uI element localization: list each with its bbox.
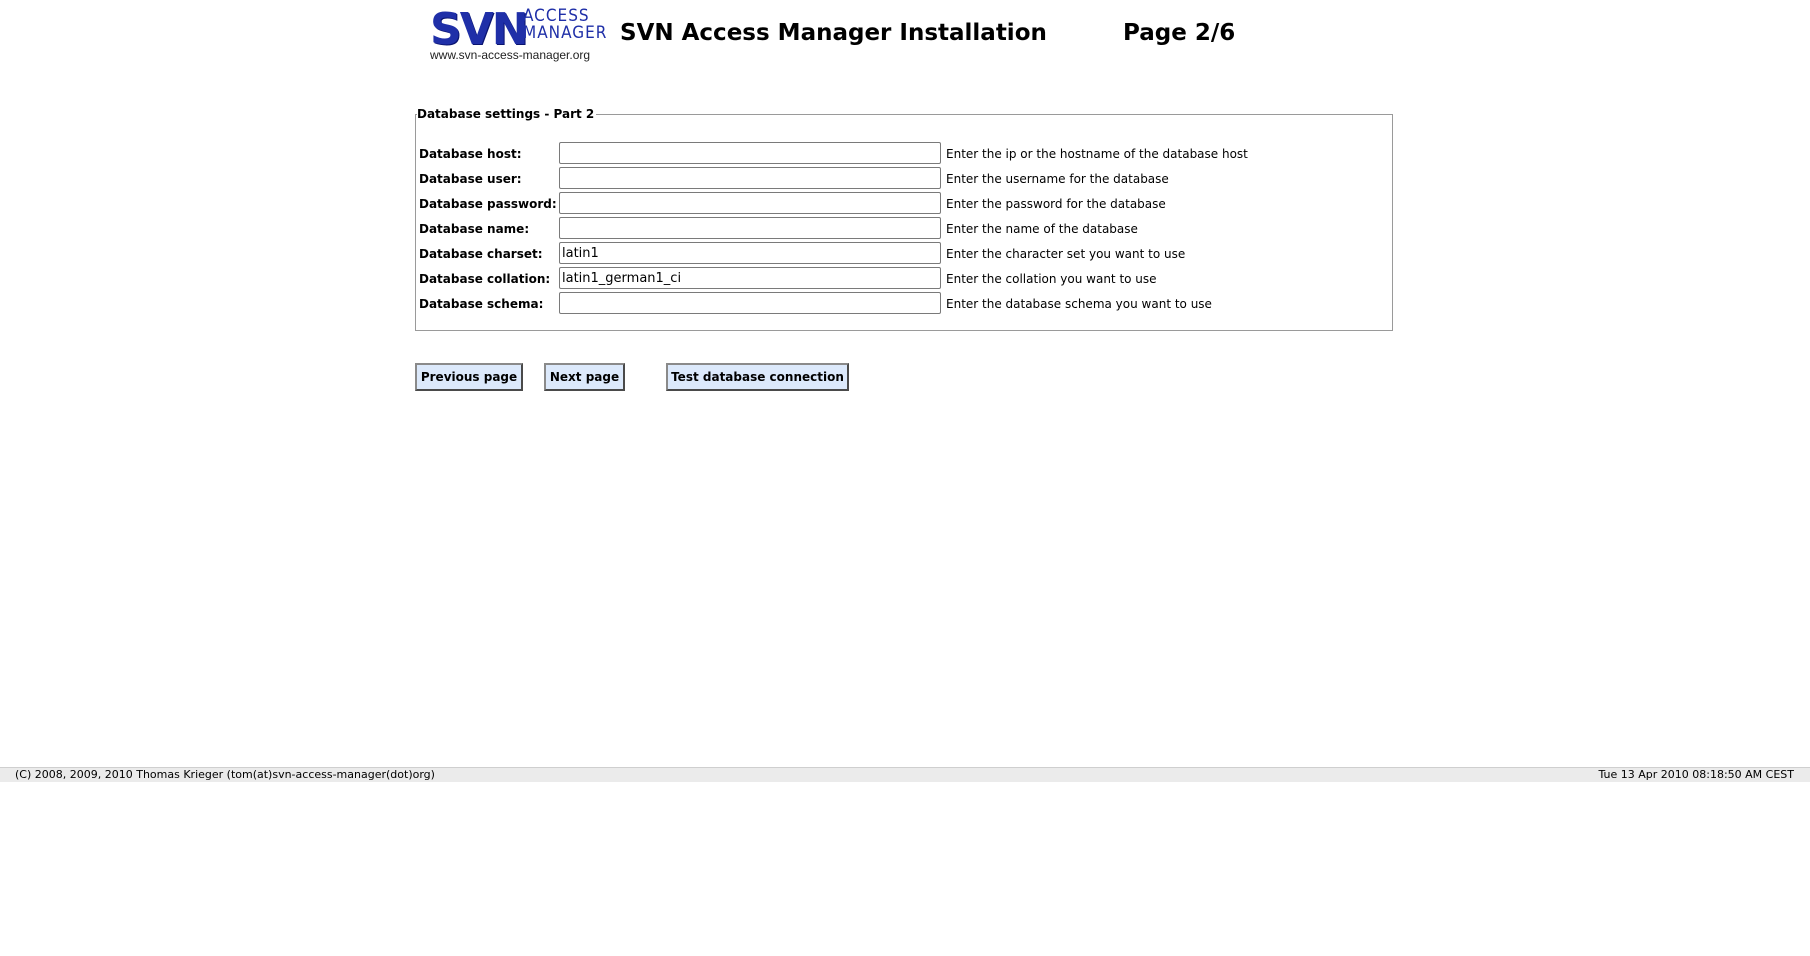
logo-svn-text: SVN	[430, 4, 529, 55]
copyright-text: (C) 2008, 2009, 2010 Thomas Krieger (tom…	[15, 768, 435, 781]
database-password-row: Database password: Enter the password fo…	[419, 192, 1379, 215]
page-indicator: Page 2/6	[1123, 20, 1236, 46]
database-name-label: Database name:	[419, 222, 530, 236]
database-user-help: Enter the username for the database	[946, 172, 1169, 186]
database-host-input[interactable]	[559, 142, 941, 164]
database-collation-input[interactable]	[559, 267, 941, 289]
fieldset-legend: Database settings - Part 2	[417, 107, 597, 121]
logo-url: www.svn-access-manager.org	[430, 48, 591, 62]
page-title: SVN Access Manager Installation	[620, 20, 1047, 46]
database-name-row: Database name: Enter the name of the dat…	[419, 217, 1379, 240]
database-password-input[interactable]	[559, 192, 941, 214]
next-page-button[interactable]: Next page	[544, 363, 625, 391]
svn-access-manager-logo: SVN ACCESS MANAGER www.svn-access-manage…	[430, 4, 607, 66]
database-user-input[interactable]	[559, 167, 941, 189]
database-collation-label: Database collation:	[419, 272, 551, 286]
timestamp-text: Tue 13 Apr 2010 08:18:50 AM CEST	[1598, 768, 1794, 781]
database-settings-fieldset: Database settings - Part 2 Database host…	[415, 107, 1393, 331]
database-password-help: Enter the password for the database	[946, 197, 1166, 211]
logo-manager-text: MANAGER	[523, 23, 608, 43]
database-password-label: Database password:	[419, 197, 557, 211]
database-collation-row: Database collation: Enter the collation …	[419, 267, 1379, 290]
test-database-connection-button[interactable]: Test database connection	[666, 363, 849, 391]
database-schema-row: Database schema: Enter the database sche…	[419, 292, 1379, 315]
database-host-label: Database host:	[419, 147, 522, 161]
database-charset-input[interactable]	[559, 242, 941, 264]
database-name-help: Enter the name of the database	[946, 222, 1138, 236]
database-schema-label: Database schema:	[419, 297, 544, 311]
database-name-input[interactable]	[559, 217, 941, 239]
page-footer: (C) 2008, 2009, 2010 Thomas Krieger (tom…	[0, 767, 1810, 782]
database-collation-help: Enter the collation you want to use	[946, 272, 1157, 286]
database-schema-input[interactable]	[559, 292, 941, 314]
page-header: SVN ACCESS MANAGER www.svn-access-manage…	[430, 8, 1280, 68]
database-charset-row: Database charset: Enter the character se…	[419, 242, 1379, 265]
database-user-label: Database user:	[419, 172, 522, 186]
database-host-row: Database host: Enter the ip or the hostn…	[419, 142, 1379, 165]
database-schema-help: Enter the database schema you want to us…	[946, 297, 1212, 311]
database-host-help: Enter the ip or the hostname of the data…	[946, 147, 1248, 161]
database-charset-help: Enter the character set you want to use	[946, 247, 1186, 261]
previous-page-button[interactable]: Previous page	[415, 363, 523, 391]
logo-access-manager-text: ACCESS MANAGER	[523, 8, 607, 42]
database-user-row: Database user: Enter the username for th…	[419, 167, 1379, 190]
installer-page: SVN ACCESS MANAGER www.svn-access-manage…	[0, 0, 1810, 956]
database-charset-label: Database charset:	[419, 247, 543, 261]
